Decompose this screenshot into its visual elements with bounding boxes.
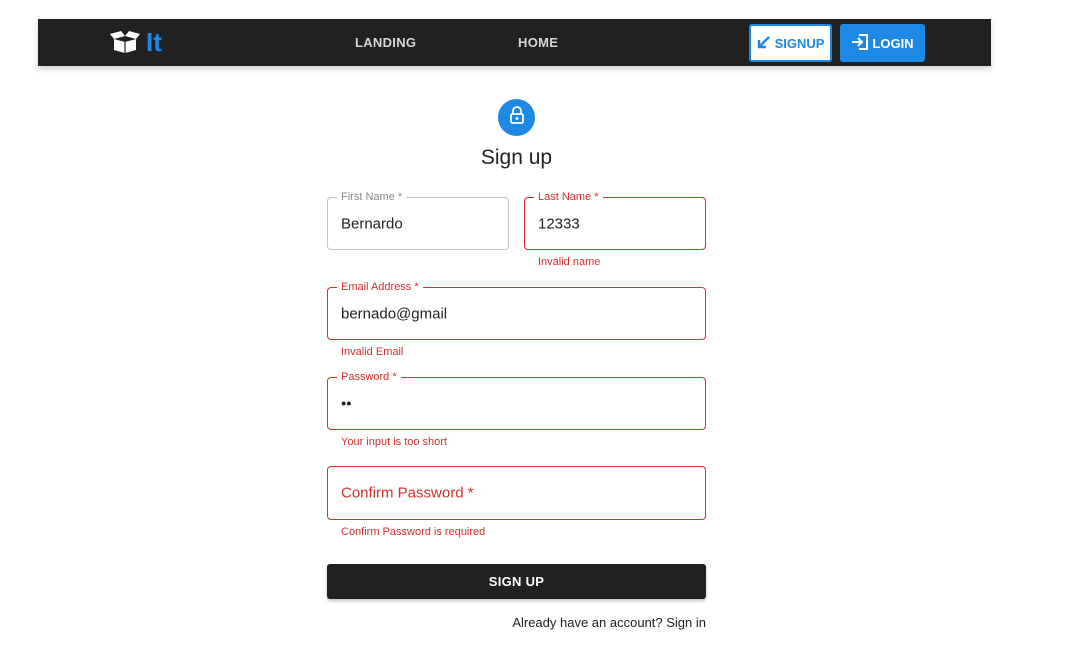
login-button-label: LOGIN	[872, 35, 914, 51]
password-field[interactable]: Password * ••	[327, 371, 706, 430]
first-name-field[interactable]: First Name * Bernardo	[327, 191, 509, 250]
password-label: Password *	[337, 371, 401, 384]
password-value[interactable]: ••	[341, 395, 352, 412]
last-name-field[interactable]: Last Name * 12333	[524, 191, 706, 250]
email-value[interactable]: bernado@gmail	[341, 305, 447, 322]
last-name-value[interactable]: 12333	[538, 215, 580, 232]
email-error: Invalid Email	[341, 346, 404, 358]
confirm-password-error: Confirm Password is required	[341, 526, 486, 538]
arrow-down-left-icon	[757, 35, 771, 52]
sign-up-button[interactable]: SIGN UP	[327, 564, 706, 599]
nav-link-landing[interactable]: LANDING	[355, 35, 416, 50]
signup-button[interactable]: SIGNUP	[749, 24, 832, 62]
page-title: Sign up	[480, 146, 553, 169]
app-bar: It LANDING HOME SIGNUP LOGIN	[38, 19, 991, 66]
nav-link-home[interactable]: HOME	[518, 35, 558, 50]
logo[interactable]: It	[110, 29, 162, 55]
box-open-icon	[110, 31, 140, 53]
password-error: Your input is too short	[341, 436, 447, 448]
last-name-error: Invalid name	[538, 256, 601, 268]
confirm-password-placeholder: Confirm Password *	[341, 484, 474, 502]
first-name-label: First Name *	[337, 191, 407, 204]
first-name-value[interactable]: Bernardo	[341, 215, 403, 232]
login-button[interactable]: LOGIN	[840, 24, 925, 62]
confirm-password-field[interactable]: Confirm Password *	[327, 466, 706, 520]
email-label: Email Address *	[337, 281, 423, 294]
email-field[interactable]: Email Address * bernado@gmail	[327, 281, 706, 340]
last-name-label: Last Name *	[534, 191, 603, 204]
lock-icon	[509, 106, 525, 129]
signup-button-label: SIGNUP	[774, 35, 825, 51]
login-icon	[851, 33, 869, 53]
lock-avatar	[498, 99, 535, 136]
logo-text: It	[146, 27, 162, 57]
sign-in-link[interactable]: Already have an account? Sign in	[512, 615, 706, 630]
